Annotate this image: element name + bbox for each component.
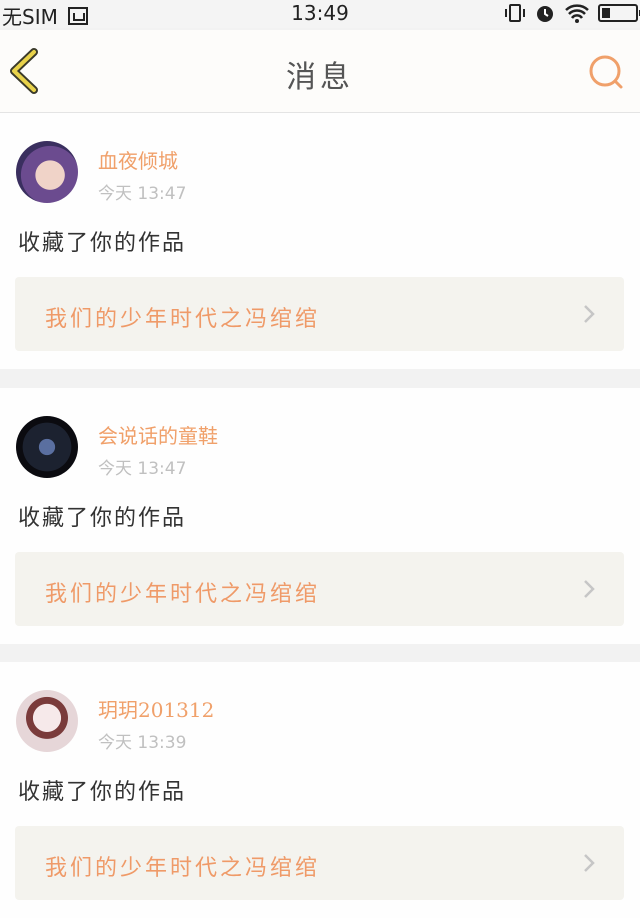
chevron-right-icon: [584, 854, 595, 872]
work-link[interactable]: 我们的少年时代之冯绾绾: [15, 552, 624, 626]
chevron-right-icon: [584, 305, 595, 323]
work-title: 我们的少年时代之冯绾绾: [45, 307, 321, 332]
message-action: 收藏了你的作品: [18, 780, 187, 805]
username-link[interactable]: 血夜倾城: [98, 145, 178, 174]
message-item: 会说话的童鞋 今天 13:47 收藏了你的作品 我们的少年时代之冯绾绾: [0, 388, 640, 644]
message-action: 收藏了你的作品: [18, 231, 187, 256]
alarm-icon: [537, 6, 553, 22]
username-link[interactable]: 玥玥201312: [98, 694, 214, 723]
chevron-right-icon: [584, 580, 595, 598]
status-right: [504, 0, 640, 26]
work-link[interactable]: 我们的少年时代之冯绾绾: [15, 277, 624, 351]
message-item: 玥玥201312 今天 13:39 收藏了你的作品 我们的少年时代之冯绾绾: [0, 662, 640, 918]
battery-icon: [598, 4, 640, 22]
message-time: 今天 13:47: [98, 184, 187, 204]
avatar[interactable]: [16, 141, 78, 203]
header-bar: 消息: [0, 30, 640, 113]
work-link[interactable]: 我们的少年时代之冯绾绾: [15, 826, 624, 900]
search-icon: [589, 55, 623, 89]
vibrate-icon: [505, 4, 525, 22]
avatar[interactable]: [16, 690, 78, 752]
work-title: 我们的少年时代之冯绾绾: [45, 856, 321, 881]
message-time: 今天 13:39: [98, 733, 187, 753]
search-button[interactable]: [586, 52, 626, 92]
username-link[interactable]: 会说话的童鞋: [98, 420, 218, 449]
message-item: 血夜倾城 今天 13:47 收藏了你的作品 我们的少年时代之冯绾绾: [0, 113, 640, 369]
work-title: 我们的少年时代之冯绾绾: [45, 582, 321, 607]
message-time: 今天 13:47: [98, 459, 187, 479]
wifi-icon: [565, 4, 589, 23]
page-title: 消息: [286, 60, 354, 95]
avatar[interactable]: [16, 416, 78, 478]
message-action: 收藏了你的作品: [18, 506, 187, 531]
status-bar: 无SIM 13:49: [0, 0, 640, 29]
